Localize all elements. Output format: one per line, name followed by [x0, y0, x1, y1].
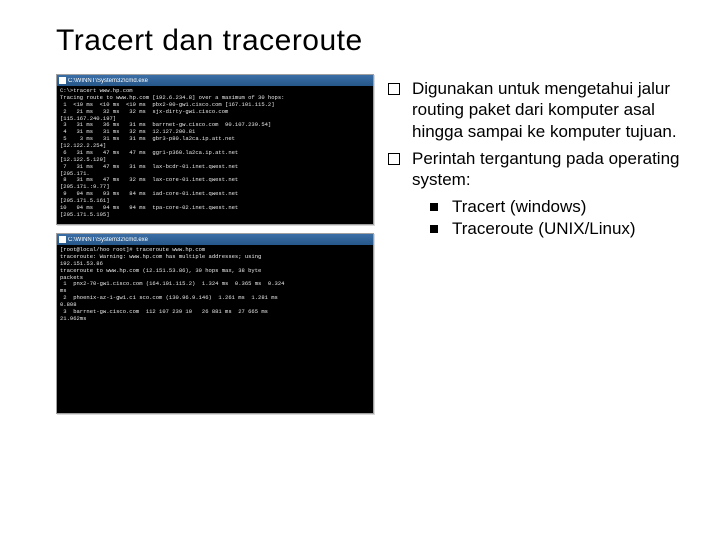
bullet-list: Digunakan untuk mengetahui jalur routing…: [386, 78, 684, 190]
terminal-column: C:\WINNT\System32\cmd.exe C:\>tracert ww…: [56, 74, 374, 422]
terminal-output: [root@local/hoo root]# traceroute www.hp…: [57, 245, 373, 413]
bullet-item: Digunakan untuk mengetahui jalur routing…: [386, 78, 684, 142]
cmd-icon: [59, 236, 66, 243]
sub-bullet-list: Tracert (windows) Traceroute (UNIX/Linux…: [386, 196, 684, 240]
terminal-title-text: C:\WINNT\System32\cmd.exe: [68, 237, 148, 243]
terminal-window-traceroute: C:\WINNT\System32\cmd.exe [root@local/ho…: [56, 233, 374, 414]
terminal-titlebar: C:\WINNT\System32\cmd.exe: [57, 234, 373, 245]
text-column: Digunakan untuk mengetahui jalur routing…: [386, 74, 684, 422]
terminal-titlebar: C:\WINNT\System32\cmd.exe: [57, 75, 373, 86]
cmd-icon: [59, 77, 66, 84]
terminal-title-text: C:\WINNT\System32\cmd.exe: [68, 78, 148, 84]
terminal-window-tracert: C:\WINNT\System32\cmd.exe C:\>tracert ww…: [56, 74, 374, 225]
terminal-output: C:\>tracert www.hp.com Tracing route to …: [57, 86, 373, 224]
content-row: C:\WINNT\System32\cmd.exe C:\>tracert ww…: [56, 74, 684, 422]
bullet-item: Perintah tergantung pada operating syste…: [386, 148, 684, 191]
slide: Tracert dan traceroute C:\WINNT\System32…: [0, 0, 720, 422]
sub-bullet-item: Tracert (windows): [426, 196, 684, 218]
page-title: Tracert dan traceroute: [56, 24, 684, 58]
sub-bullet-item: Traceroute (UNIX/Linux): [426, 218, 684, 240]
